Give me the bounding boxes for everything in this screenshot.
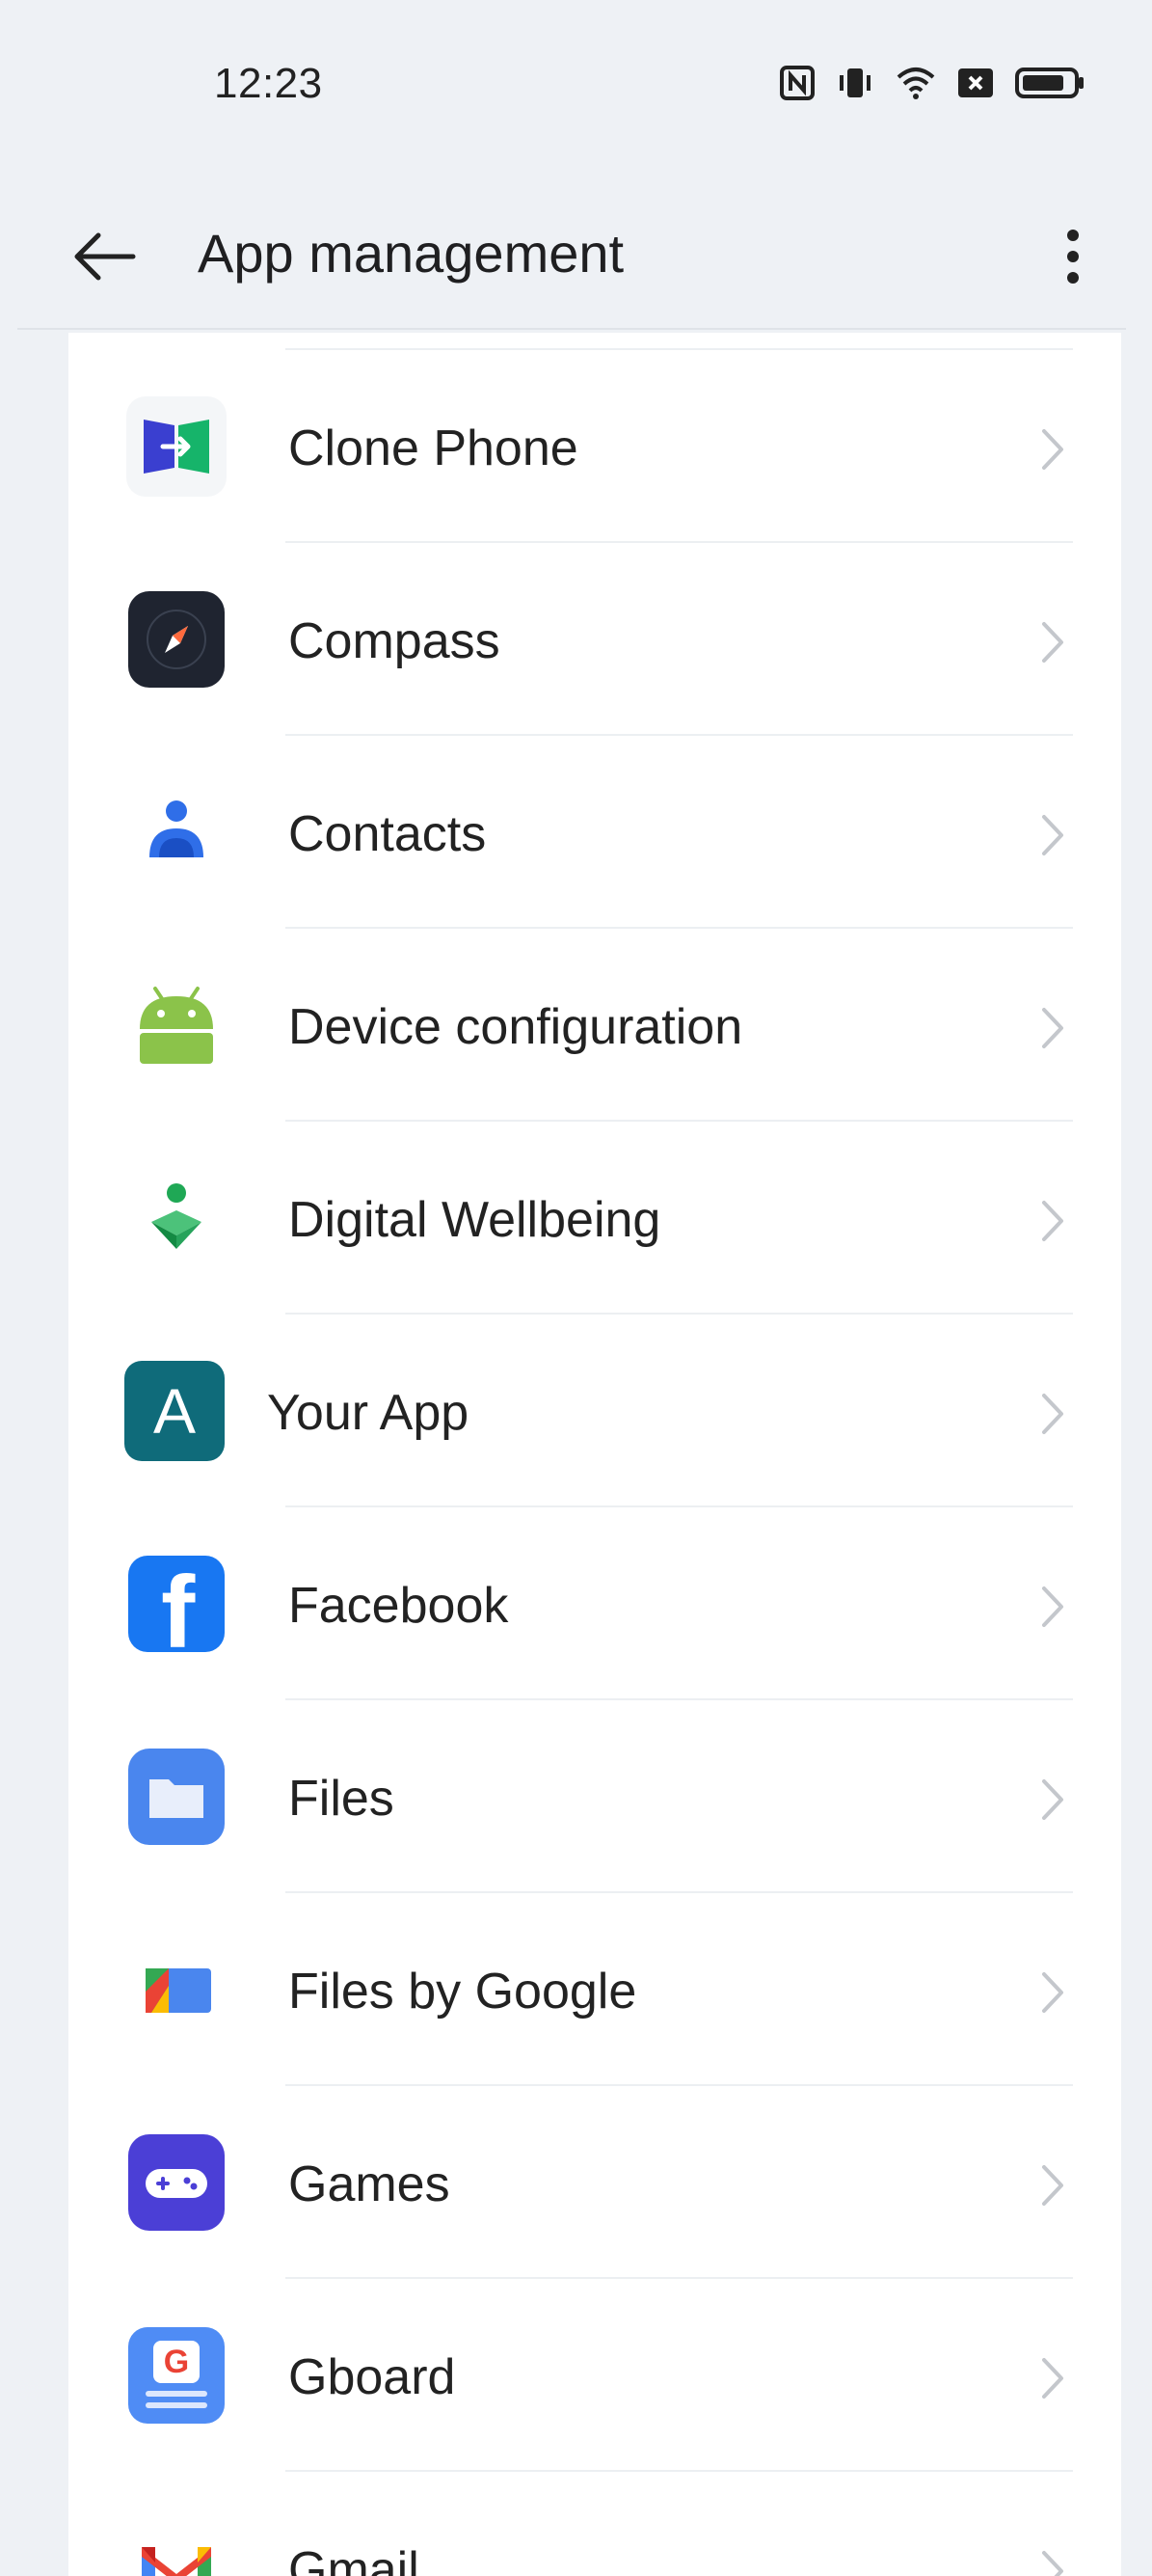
compass-icon (126, 589, 227, 690)
list-item-gboard[interactable]: G Gboard (68, 2279, 1121, 2472)
gboard-icon: G (126, 2325, 227, 2426)
vibrate-icon (836, 66, 874, 105)
battery-icon (1015, 66, 1085, 105)
gmail-icon (126, 2518, 227, 2576)
chevron-right-icon (1042, 2551, 1063, 2576)
app-management-screen: 12:23 App management Clone Phone Compass… (0, 0, 1152, 2576)
status-time: 12:23 (214, 60, 323, 107)
facebook-icon: f (126, 1554, 227, 1654)
page-title: App management (198, 223, 625, 284)
games-icon (126, 2132, 227, 2233)
chevron-right-icon (1042, 1008, 1063, 1048)
chevron-right-icon (1042, 2165, 1063, 2206)
list-item-label: Files (288, 1771, 394, 1827)
list-item-label: Files by Google (288, 1964, 637, 2020)
app-bar: App management (0, 183, 1152, 330)
back-button[interactable] (64, 216, 145, 297)
list-item-clone-phone[interactable]: Clone Phone (68, 350, 1121, 543)
gboard-icon-letter: G (163, 2343, 190, 2380)
facebook-icon-letter: f (161, 1556, 196, 1652)
your-app-icon: A (124, 1361, 225, 1461)
chevron-right-icon (1042, 1201, 1063, 1241)
arrow-left-icon (74, 232, 136, 281)
files-icon (126, 1747, 227, 1847)
chevron-right-icon (1042, 1779, 1063, 1820)
list-item-label: Clone Phone (288, 420, 578, 476)
list-item-label: Device configuration (288, 999, 743, 1055)
chevron-right-icon (1042, 1586, 1063, 1627)
clone-phone-icon (126, 396, 227, 497)
chevron-right-icon (1042, 1394, 1063, 1434)
list-item-your-app[interactable]: A Your App (68, 1315, 1121, 1507)
sim-off-icon (957, 68, 994, 103)
nfc-icon (780, 65, 815, 105)
chevron-right-icon (1042, 815, 1063, 855)
list-item-label: Digital Wellbeing (288, 1192, 661, 1248)
app-bar-divider (17, 328, 1126, 330)
list-item-label: Your App (267, 1385, 469, 1441)
status-icons (780, 64, 1085, 106)
chevron-right-icon (1042, 1972, 1063, 2013)
chevron-right-icon (1042, 2358, 1063, 2399)
list-item-label: Games (288, 2156, 450, 2212)
your-app-icon-letter: A (152, 1375, 197, 1447)
list-item-label: Gmail (288, 2542, 419, 2576)
status-bar: 12:23 (0, 0, 1152, 174)
more-vertical-icon (1067, 230, 1079, 284)
digital-wellbeing-icon (126, 1168, 227, 1268)
app-list: Clone Phone Compass Contacts Device conf… (68, 333, 1121, 2576)
list-item-facebook[interactable]: f Facebook (68, 1507, 1121, 1700)
list-item-device-configuration[interactable]: Device configuration (68, 929, 1121, 1122)
files-by-google-icon (126, 1939, 227, 2040)
list-item-label: Compass (288, 613, 500, 669)
wifi-icon (896, 66, 936, 105)
chevron-right-icon (1042, 429, 1063, 470)
list-item-files-by-google[interactable]: Files by Google (68, 1893, 1121, 2086)
android-icon (126, 975, 227, 1075)
list-item-label: Gboard (288, 2349, 456, 2405)
more-options-button[interactable] (1032, 216, 1113, 297)
list-item-compass[interactable]: Compass (68, 543, 1121, 736)
list-item-gmail[interactable]: Gmail (68, 2472, 1121, 2576)
list-item-digital-wellbeing[interactable]: Digital Wellbeing (68, 1122, 1121, 1315)
list-item-label: Facebook (288, 1578, 509, 1634)
list-item-files[interactable]: Files (68, 1700, 1121, 1893)
list-item-label: Contacts (288, 806, 487, 862)
list-item-contacts[interactable]: Contacts (68, 736, 1121, 929)
chevron-right-icon (1042, 622, 1063, 663)
contacts-icon (126, 782, 227, 882)
list-item-games[interactable]: Games (68, 2086, 1121, 2279)
